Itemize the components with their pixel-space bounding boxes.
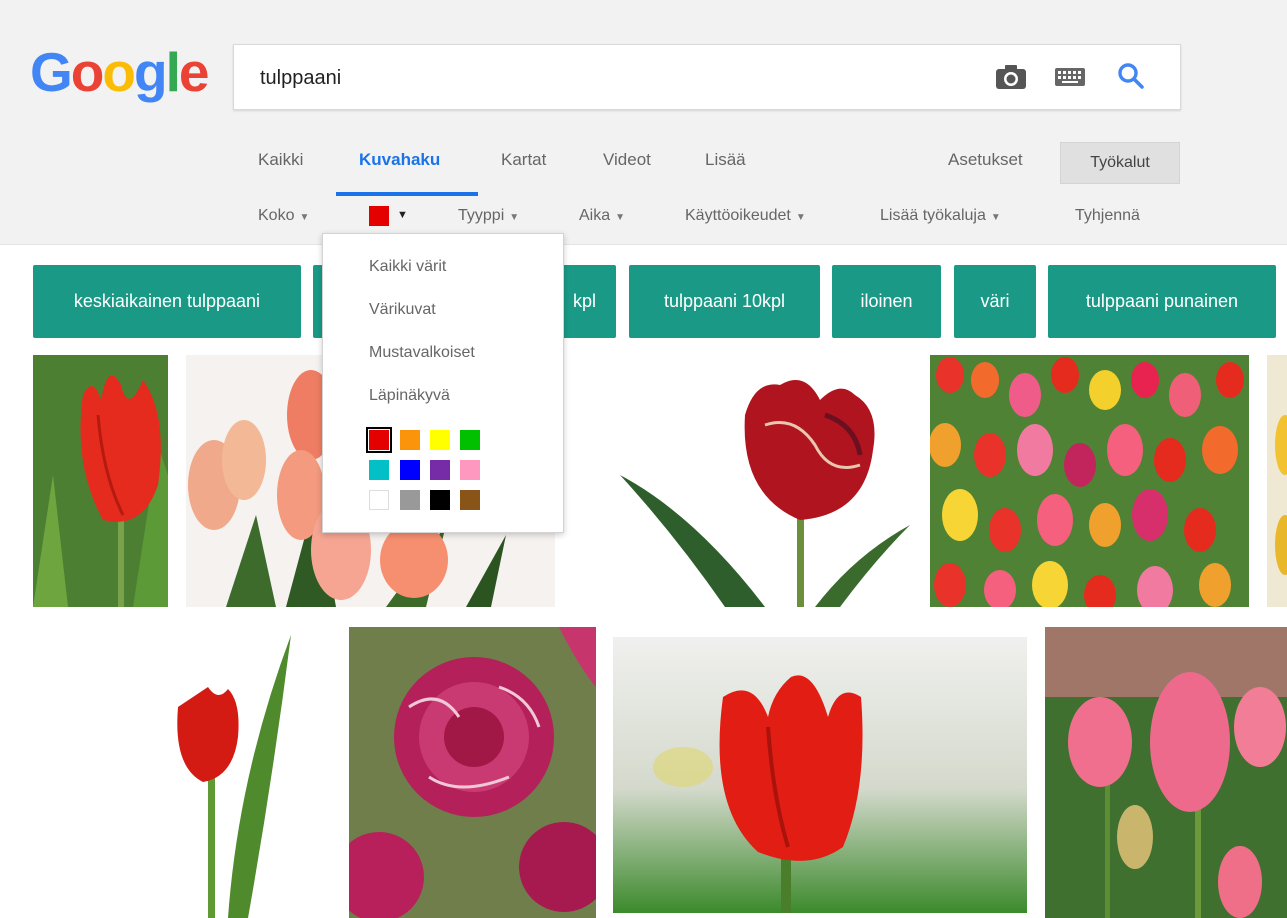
color-option-black-white[interactable]: Mustavalkoiset [369, 344, 475, 362]
color-option-transparent[interactable]: Läpinäkyvä [369, 387, 450, 405]
dropdown-caret-icon: ▼ [509, 212, 520, 223]
image-result[interactable] [615, 355, 913, 607]
logo-letter: e [178, 41, 210, 103]
usage-label: Käyttöoikeudet [685, 207, 791, 224]
color-option-full-color[interactable]: Värikuvat [369, 301, 436, 319]
color-filter-swatch[interactable] [369, 206, 389, 226]
image-result[interactable] [33, 355, 168, 607]
size-label: Koko [258, 207, 295, 224]
tab-more[interactable]: Lisää [705, 150, 746, 170]
tulip-field-image [930, 355, 1249, 607]
color-swatch-gray[interactable] [400, 490, 420, 510]
tools-button[interactable]: Työkalut [1060, 142, 1180, 184]
search-input[interactable] [258, 59, 962, 97]
color-dropdown-caret-icon[interactable]: ▼ [397, 209, 408, 221]
related-chip[interactable]: väri [954, 265, 1036, 338]
color-swatch-purple[interactable] [430, 460, 450, 480]
time-filter[interactable]: Aika ▼ [579, 207, 625, 225]
tab-all[interactable]: Kaikki [258, 150, 303, 170]
color-swatch-brown[interactable] [460, 490, 480, 510]
dropdown-caret-icon: ▼ [795, 212, 806, 223]
more-tools-label: Lisää työkaluja [880, 207, 986, 224]
related-chip[interactable]: iloinen [832, 265, 941, 338]
color-dropdown-menu: Kaikki värit Värikuvat Mustavalkoiset Lä… [322, 233, 564, 533]
image-result[interactable] [1267, 355, 1287, 607]
image-result[interactable] [349, 627, 596, 918]
header: Google Kaikki Kuvahaku Kartat Videot Lis… [0, 0, 1287, 245]
logo-letter: o [102, 41, 136, 103]
logo-letter: l [165, 41, 181, 103]
image-result[interactable] [33, 627, 333, 918]
single-tulip-image [33, 627, 333, 918]
tab-maps[interactable]: Kartat [501, 150, 546, 170]
tab-images[interactable]: Kuvahaku [359, 150, 440, 170]
color-swatch-green[interactable] [460, 430, 480, 450]
color-swatch-yellow[interactable] [430, 430, 450, 450]
color-option-any[interactable]: Kaikki värit [369, 258, 446, 276]
size-filter[interactable]: Koko ▼ [258, 207, 309, 225]
color-swatch-teal[interactable] [369, 460, 389, 480]
logo-letter: o [70, 41, 105, 103]
tulip-image [1267, 355, 1287, 607]
dropdown-caret-icon: ▼ [299, 212, 310, 223]
color-swatch-pink[interactable] [460, 460, 480, 480]
logo-letter: g [134, 41, 168, 103]
search-box [233, 44, 1181, 110]
settings-link[interactable]: Asetukset [948, 150, 1023, 170]
usage-rights-filter[interactable]: Käyttöoikeudet ▼ [685, 207, 806, 225]
tab-videos[interactable]: Videot [603, 150, 651, 170]
color-swatch-white[interactable] [369, 490, 389, 510]
pink-tulips-image [1045, 627, 1287, 918]
camera-icon[interactable] [995, 64, 1027, 90]
search-icon[interactable] [1117, 62, 1145, 90]
related-chip[interactable]: tulppaani punainen [1048, 265, 1276, 338]
more-tools-filter[interactable]: Lisää työkaluja ▼ [880, 207, 1001, 225]
active-tab-indicator [336, 192, 478, 196]
dropdown-caret-icon: ▼ [615, 212, 626, 223]
dropdown-caret-icon: ▼ [990, 212, 1001, 223]
image-result[interactable] [1045, 627, 1287, 918]
type-label: Tyyppi [458, 207, 505, 224]
related-chip[interactable]: keskiaikainen tulppaani [33, 265, 301, 338]
color-swatch-blue[interactable] [400, 460, 420, 480]
google-logo[interactable]: Google [30, 40, 210, 104]
color-swatch-black[interactable] [430, 490, 450, 510]
color-swatch-red[interactable] [366, 427, 392, 453]
chip-label: kpl [572, 291, 596, 311]
peony-tulip-image [349, 627, 596, 918]
parrot-tulip-image [615, 355, 913, 607]
logo-letter: G [30, 41, 73, 103]
type-filter[interactable]: Tyyppi ▼ [458, 207, 519, 225]
keyboard-icon[interactable] [1055, 68, 1085, 86]
red-tulip-image [613, 637, 1027, 913]
color-swatch-orange[interactable] [400, 430, 420, 450]
clear-filters-link[interactable]: Tyhjennä [1075, 207, 1140, 225]
tulip-image [33, 355, 168, 607]
time-label: Aika [579, 207, 611, 224]
related-chip[interactable]: tulppaani 10kpl [629, 265, 820, 338]
image-result[interactable] [930, 355, 1249, 607]
image-result[interactable] [613, 637, 1027, 913]
